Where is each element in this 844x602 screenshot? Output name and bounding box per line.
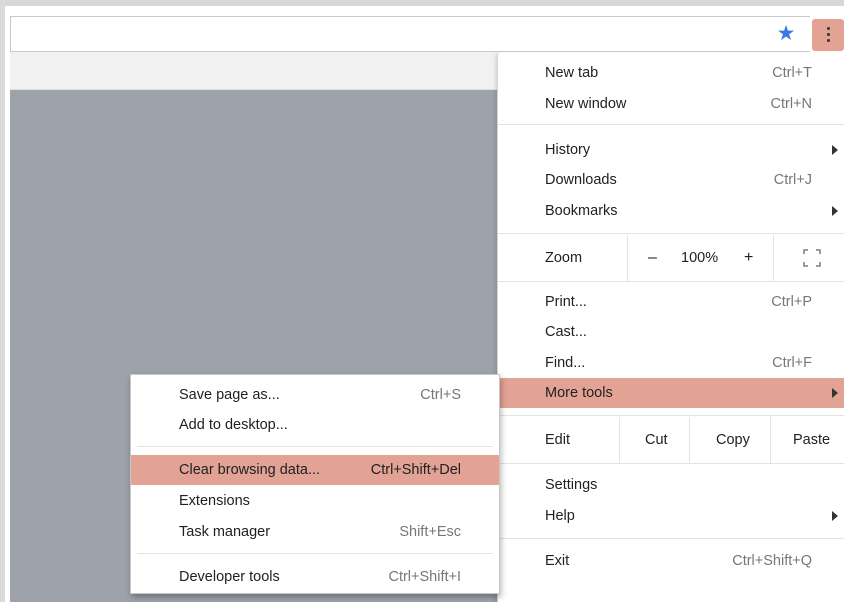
- submenu-item-save-page[interactable]: Save page as... Ctrl+S: [131, 380, 499, 410]
- submenu-item-label: Task manager: [179, 524, 271, 540]
- menu-item-label: New window: [545, 96, 627, 112]
- submenu-arrow-icon: [832, 206, 838, 216]
- fullscreen-icon[interactable]: [803, 249, 821, 267]
- menu-item-label: Cast...: [545, 324, 587, 340]
- edit-divider: [619, 417, 620, 463]
- menu-item-find[interactable]: Find... Ctrl+F: [498, 348, 844, 378]
- submenu-item-clear-browsing-data[interactable]: Clear browsing data... Ctrl+Shift+Del: [131, 455, 499, 485]
- more-tools-submenu: Save page as... Ctrl+S Add to desktop...…: [130, 374, 500, 594]
- cut-button[interactable]: Cut: [645, 417, 668, 463]
- address-bar[interactable]: [10, 16, 810, 52]
- menu-item-label: Exit: [545, 553, 570, 569]
- submenu-item-developer-tools[interactable]: Developer tools Ctrl+Shift+I: [131, 562, 499, 592]
- menu-item-exit[interactable]: Exit Ctrl+Shift+Q: [498, 546, 844, 576]
- zoom-level: 100%: [681, 250, 719, 266]
- submenu-item-shortcut: Ctrl+Shift+I: [388, 569, 461, 585]
- edit-row: Edit Cut Copy Paste: [498, 417, 844, 463]
- submenu-item-extensions[interactable]: Extensions: [131, 486, 499, 516]
- submenu-item-label: Save page as...: [179, 387, 280, 403]
- submenu-arrow-icon: [832, 388, 838, 398]
- menu-item-shortcut: Ctrl+T: [772, 65, 812, 81]
- menu-item-settings[interactable]: Settings: [498, 470, 844, 500]
- menu-item-history[interactable]: History: [498, 135, 844, 165]
- menu-separator: [498, 124, 844, 125]
- menu-separator: [498, 415, 844, 416]
- menu-item-shortcut: Ctrl+Shift+Q: [732, 553, 812, 569]
- chrome-main-menu: New tab Ctrl+T New window Ctrl+N History…: [497, 53, 844, 602]
- edit-label: Edit: [545, 432, 570, 448]
- menu-separator: [498, 233, 844, 234]
- menu-item-cast[interactable]: Cast...: [498, 317, 844, 347]
- menu-item-label: Help: [545, 508, 575, 524]
- submenu-item-shortcut: Ctrl+S: [420, 387, 461, 403]
- submenu-item-label: Extensions: [179, 493, 250, 509]
- menu-item-label: History: [545, 142, 591, 158]
- menu-item-shortcut: Ctrl+N: [770, 96, 813, 112]
- star-icon[interactable]: ★: [775, 23, 797, 45]
- menu-item-shortcut: Ctrl+J: [773, 172, 812, 188]
- submenu-item-task-manager[interactable]: Task manager Shift+Esc: [131, 517, 499, 547]
- zoom-row: Zoom – 100% +: [498, 235, 844, 281]
- menu-item-help[interactable]: Help: [498, 501, 844, 531]
- menu-separator: [498, 463, 844, 464]
- edit-divider: [770, 417, 771, 463]
- menu-item-shortcut: Ctrl+F: [772, 355, 812, 371]
- menu-item-shortcut: Ctrl+P: [771, 294, 812, 310]
- submenu-arrow-icon: [832, 145, 838, 155]
- zoom-out-button[interactable]: –: [648, 235, 657, 281]
- submenu-item-shortcut: Ctrl+Shift+Del: [370, 462, 461, 478]
- kebab-icon[interactable]: [812, 19, 844, 51]
- page-toolbar-strip: [10, 52, 500, 90]
- menu-item-more-tools[interactable]: More tools: [498, 378, 844, 408]
- menu-item-label: More tools: [545, 385, 613, 401]
- submenu-arrow-icon: [832, 511, 838, 521]
- menu-item-print[interactable]: Print... Ctrl+P: [498, 287, 844, 317]
- copy-button[interactable]: Copy: [716, 417, 750, 463]
- submenu-separator: [137, 553, 493, 554]
- menu-item-new-window[interactable]: New window Ctrl+N: [498, 89, 844, 119]
- menu-item-label: Find...: [545, 355, 586, 371]
- menu-item-new-tab[interactable]: New tab Ctrl+T: [498, 58, 844, 88]
- submenu-separator: [137, 446, 493, 447]
- menu-item-label: Print...: [545, 294, 587, 310]
- window-frame-left: [0, 0, 5, 602]
- zoom-divider: [773, 235, 774, 281]
- menu-item-label: Bookmarks: [545, 203, 618, 219]
- submenu-item-shortcut: Shift+Esc: [399, 524, 461, 540]
- zoom-divider: [627, 235, 628, 281]
- zoom-label: Zoom: [545, 250, 583, 266]
- menu-separator: [498, 281, 844, 282]
- menu-separator: [498, 538, 844, 539]
- window-frame-top: [0, 0, 844, 6]
- paste-button[interactable]: Paste: [793, 417, 830, 463]
- submenu-item-label: Clear browsing data...: [179, 462, 321, 478]
- menu-item-label: Downloads: [545, 172, 617, 188]
- zoom-in-button[interactable]: +: [744, 235, 753, 281]
- submenu-item-label: Developer tools: [179, 569, 280, 585]
- menu-item-label: New tab: [545, 65, 599, 81]
- edit-divider: [689, 417, 690, 463]
- submenu-item-label: Add to desktop...: [179, 417, 288, 433]
- submenu-item-add-to-desktop[interactable]: Add to desktop...: [131, 410, 499, 440]
- menu-item-bookmarks[interactable]: Bookmarks: [498, 196, 844, 226]
- menu-item-label: Settings: [545, 477, 598, 493]
- menu-item-downloads[interactable]: Downloads Ctrl+J: [498, 165, 844, 195]
